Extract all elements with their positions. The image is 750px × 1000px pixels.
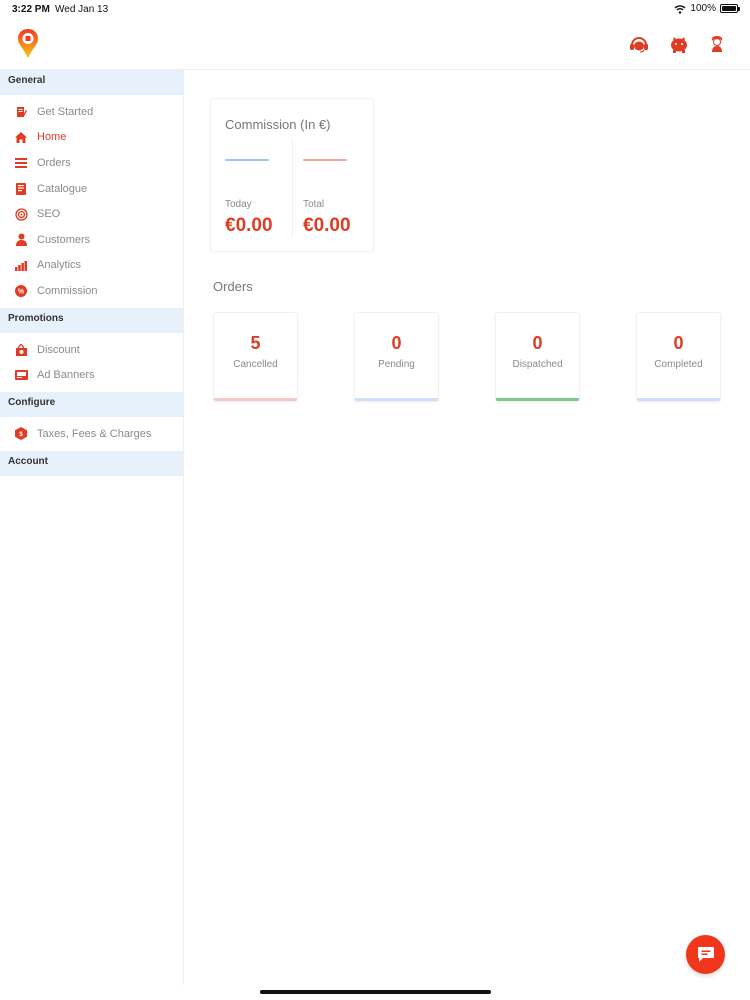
status-bar-completed xyxy=(637,398,720,401)
piggy-bank-icon[interactable] xyxy=(668,33,690,55)
sidebar-item-analytics[interactable]: Analytics xyxy=(0,253,183,279)
battery-icon xyxy=(720,4,740,13)
order-card-completed[interactable]: 0 Completed xyxy=(636,312,721,402)
order-card-cancelled[interactable]: 5 Cancelled xyxy=(213,312,298,402)
logo-pin-icon xyxy=(18,29,38,57)
sidebar-item-label: Home xyxy=(37,131,67,144)
total-label: Total xyxy=(303,199,325,210)
sidebar-item-ad-banners[interactable]: Ad Banners xyxy=(0,362,183,388)
sidebar-item-label: Ad Banners xyxy=(37,369,95,382)
wifi-icon xyxy=(674,4,686,14)
commission-today: Today €0.00 xyxy=(225,159,295,237)
commission-card: Commission (In €) Today €0.00 Total €0.0… xyxy=(210,98,374,252)
order-status: Completed xyxy=(654,359,703,370)
bar-chart-icon xyxy=(14,258,28,272)
status-bar-pending xyxy=(355,398,438,401)
sidebar-section-account[interactable]: Account xyxy=(0,450,183,476)
status-date: Wed Jan 13 xyxy=(55,4,109,15)
status-time: 3:22 PM xyxy=(12,4,50,15)
status-bar: 3:22 PM Wed Jan 13 100% xyxy=(0,0,750,20)
sidebar-item-label: Commission xyxy=(37,284,98,297)
total-value: €0.00 xyxy=(303,215,351,236)
sidebar-item-orders[interactable]: Orders xyxy=(0,150,183,176)
sidebar-item-get-started[interactable]: Get Started xyxy=(0,99,183,125)
main-content: Commission (In €) Today €0.00 Total €0.0… xyxy=(184,70,750,985)
order-count: 0 xyxy=(673,333,684,353)
sidebar-item-label: Orders xyxy=(37,156,71,169)
sidebar-item-label: Taxes, Fees & Charges xyxy=(37,427,152,440)
chat-button[interactable] xyxy=(686,935,725,974)
app-header xyxy=(0,20,750,70)
sidebar-section-promotions: Promotions xyxy=(0,307,183,333)
today-label: Today xyxy=(225,199,252,210)
sidebar-section-configure: Configure xyxy=(0,391,183,417)
battery-percent: 100% xyxy=(690,3,716,14)
home-indicator[interactable] xyxy=(260,990,491,994)
tax-hexagon-icon: $ xyxy=(14,427,28,441)
book-icon xyxy=(14,182,28,196)
today-value: €0.00 xyxy=(225,215,273,236)
sidebar-item-discount[interactable]: Discount xyxy=(0,337,183,363)
discount-tag-icon xyxy=(14,343,28,357)
sidebar-item-label: Catalogue xyxy=(37,182,88,195)
orders-list-icon xyxy=(14,156,28,170)
sidebar-item-label: SEO xyxy=(37,208,61,221)
sidebar-menu-promotions: Discount Ad Banners xyxy=(0,333,183,392)
order-count: 0 xyxy=(391,333,402,353)
sidebar-item-label: Discount xyxy=(37,343,80,356)
sidebar-item-label: Analytics xyxy=(37,259,82,272)
order-card-dispatched[interactable]: 0 Dispatched xyxy=(495,312,580,402)
sidebar-item-taxes[interactable]: $ Taxes, Fees & Charges xyxy=(0,421,183,447)
sidebar-item-label: Customers xyxy=(37,233,91,246)
sidebar-menu-general: Get Started Home Orders Catalogue SEO Cu… xyxy=(0,95,183,308)
commission-title: Commission (In €) xyxy=(225,117,331,132)
home-icon xyxy=(14,130,28,144)
support-headset-icon[interactable] xyxy=(628,33,650,55)
total-indicator-line xyxy=(303,159,347,161)
order-status: Pending xyxy=(378,359,415,370)
user-avatar-icon[interactable] xyxy=(706,33,728,55)
sidebar-item-catalogue[interactable]: Catalogue xyxy=(0,176,183,202)
sidebar-menu-configure: $ Taxes, Fees & Charges xyxy=(0,417,183,451)
chat-bubble-icon xyxy=(697,947,714,962)
svg-text:%: % xyxy=(18,288,25,295)
status-right: 100% xyxy=(674,3,740,14)
document-edit-icon xyxy=(14,105,28,119)
order-status: Dispatched xyxy=(512,359,563,370)
person-icon xyxy=(14,233,28,247)
orders-title: Orders xyxy=(213,279,253,294)
sidebar-item-label: Get Started xyxy=(37,105,94,118)
status-bar-cancelled xyxy=(214,398,297,401)
sidebar-section-general: General xyxy=(0,70,183,95)
sidebar-item-commission[interactable]: % Commission xyxy=(0,278,183,304)
sidebar-item-seo[interactable]: SEO xyxy=(0,201,183,227)
target-icon xyxy=(14,207,28,221)
percent-badge-icon: % xyxy=(14,284,28,298)
order-count: 5 xyxy=(250,333,261,353)
sidebar-item-customers[interactable]: Customers xyxy=(0,227,183,253)
order-status: Cancelled xyxy=(233,359,278,370)
sidebar: General Get Started Home Orders Catalogu… xyxy=(0,70,184,985)
app-logo[interactable] xyxy=(16,28,40,63)
order-card-pending[interactable]: 0 Pending xyxy=(354,312,439,402)
status-bar-dispatched xyxy=(496,398,579,401)
sidebar-item-home[interactable]: Home xyxy=(0,125,183,151)
banner-icon xyxy=(14,368,28,382)
commission-total: Total €0.00 xyxy=(303,159,373,237)
order-count: 0 xyxy=(532,333,543,353)
today-indicator-line xyxy=(225,159,269,161)
